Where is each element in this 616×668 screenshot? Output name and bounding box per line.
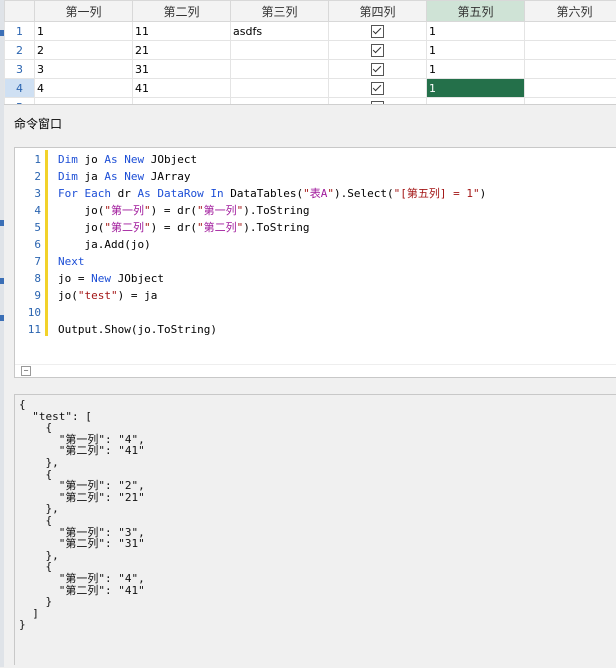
grid-cell[interactable]: [525, 79, 616, 98]
line-number: 11: [15, 321, 41, 338]
grid-cell[interactable]: 1: [35, 22, 133, 41]
row-number[interactable]: 4: [5, 79, 35, 98]
grid-cell[interactable]: 1: [427, 41, 525, 60]
line-number: 7: [15, 253, 41, 270]
window-title: 命令窗口: [14, 115, 62, 132]
grid-cell[interactable]: [231, 79, 329, 98]
grid-header-row: 第一列第二列第三列第四列第五列第六列: [5, 1, 616, 22]
grid-cell[interactable]: [525, 60, 616, 79]
checkbox-cell[interactable]: [329, 60, 427, 79]
column-header[interactable]: 第六列: [525, 1, 616, 22]
line-number: 3: [15, 185, 41, 202]
checkbox[interactable]: [371, 25, 384, 38]
grid-cell[interactable]: 3: [35, 60, 133, 79]
code-text[interactable]: ja.Add(jo): [58, 236, 151, 253]
code-line[interactable]: 9 jo("test") = ja: [15, 287, 616, 304]
grid-body: 1111asdfs12221133311444115: [5, 22, 616, 105]
code-line[interactable]: 8 jo = New JObject: [15, 270, 616, 287]
code-editor[interactable]: 1 Dim jo As New JObject 2 Dim ja As New JAr…: [14, 147, 616, 378]
line-number: 6: [15, 236, 41, 253]
grid-corner: [5, 1, 35, 22]
collapse-icon[interactable]: −: [21, 366, 31, 376]
column-header[interactable]: 第五列: [427, 1, 525, 22]
grid-cell[interactable]: 11: [133, 22, 231, 41]
grid-cell[interactable]: 21: [133, 41, 231, 60]
output-pane[interactable]: { "test": [ { "第一列": "4", "第二列": "41" },…: [14, 394, 616, 665]
row-number[interactable]: 3: [5, 60, 35, 79]
horizontal-scrollbar[interactable]: −: [15, 364, 616, 377]
code-line[interactable]: 1 Dim jo As New JObject: [15, 151, 616, 168]
row-number[interactable]: 2: [5, 41, 35, 60]
line-number: 10: [15, 304, 41, 321]
checkbox[interactable]: [371, 82, 384, 95]
grid-cell[interactable]: 31: [133, 60, 231, 79]
code-line[interactable]: 3 For Each dr As DataRow In DataTables("表…: [15, 185, 616, 202]
code-text[interactable]: jo("test") = ja: [58, 287, 157, 304]
grid-cell[interactable]: 2: [35, 41, 133, 60]
code-text[interactable]: For Each dr As DataRow In DataTables("表A…: [58, 185, 486, 202]
grid-cell[interactable]: 1: [427, 60, 525, 79]
grid-cell[interactable]: [525, 41, 616, 60]
checkbox[interactable]: [371, 44, 384, 57]
grid-cell[interactable]: 4: [35, 79, 133, 98]
code-text[interactable]: Dim ja As New JArray: [58, 168, 190, 185]
column-header[interactable]: 第一列: [35, 1, 133, 22]
code-line[interactable]: 10: [15, 304, 616, 321]
code-line[interactable]: 7 Next: [15, 253, 616, 270]
table-row[interactable]: 44411: [5, 79, 616, 98]
code-text[interactable]: Next: [58, 253, 85, 270]
line-number: 1: [15, 151, 41, 168]
row-number[interactable]: 1: [5, 22, 35, 41]
table-row[interactable]: 1111asdfs1: [5, 22, 616, 41]
line-number: 4: [15, 202, 41, 219]
checkbox-cell[interactable]: [329, 22, 427, 41]
column-header[interactable]: 第三列: [231, 1, 329, 22]
grid-cell[interactable]: [231, 60, 329, 79]
grid-cell[interactable]: [525, 22, 616, 41]
code-line[interactable]: 11 Output.Show(jo.ToString): [15, 321, 616, 338]
code-text[interactable]: jo("第一列") = dr("第一列").ToString: [58, 202, 309, 219]
checkbox-cell[interactable]: [329, 79, 427, 98]
code-line[interactable]: 5 jo("第二列") = dr("第二列").ToString: [15, 219, 616, 236]
code-line[interactable]: 6 ja.Add(jo): [15, 236, 616, 253]
table-row[interactable]: 22211: [5, 41, 616, 60]
data-grid[interactable]: 第一列第二列第三列第四列第五列第六列 1111asdfs122211333114…: [4, 0, 616, 104]
checkbox-cell[interactable]: [329, 41, 427, 60]
code-line[interactable]: 2 Dim ja As New JArray: [15, 168, 616, 185]
output-text: { "test": [ { "第一列": "4", "第二列": "41" },…: [15, 395, 616, 635]
checkbox[interactable]: [371, 63, 384, 76]
code-line[interactable]: 4 jo("第一列") = dr("第一列").ToString: [15, 202, 616, 219]
column-header[interactable]: 第四列: [329, 1, 427, 22]
table-row[interactable]: 33311: [5, 60, 616, 79]
command-window: 命令窗口 1 Dim jo As New JObject 2 Dim ja As Ne…: [4, 104, 616, 668]
line-number: 5: [15, 219, 41, 236]
code-text[interactable]: jo = New JObject: [58, 270, 164, 287]
line-number: 2: [15, 168, 41, 185]
grid-cell[interactable]: [231, 41, 329, 60]
column-header[interactable]: 第二列: [133, 1, 231, 22]
line-number: 8: [15, 270, 41, 287]
grid-cell[interactable]: asdfs: [231, 22, 329, 41]
code-text[interactable]: Output.Show(jo.ToString): [58, 321, 217, 338]
code-text[interactable]: Dim jo As New JObject: [58, 151, 197, 168]
grid-cell[interactable]: 1: [427, 22, 525, 41]
grid-cell[interactable]: 1: [427, 79, 525, 98]
code-text[interactable]: jo("第二列") = dr("第二列").ToString: [58, 219, 309, 236]
line-number: 9: [15, 287, 41, 304]
grid-cell[interactable]: 41: [133, 79, 231, 98]
